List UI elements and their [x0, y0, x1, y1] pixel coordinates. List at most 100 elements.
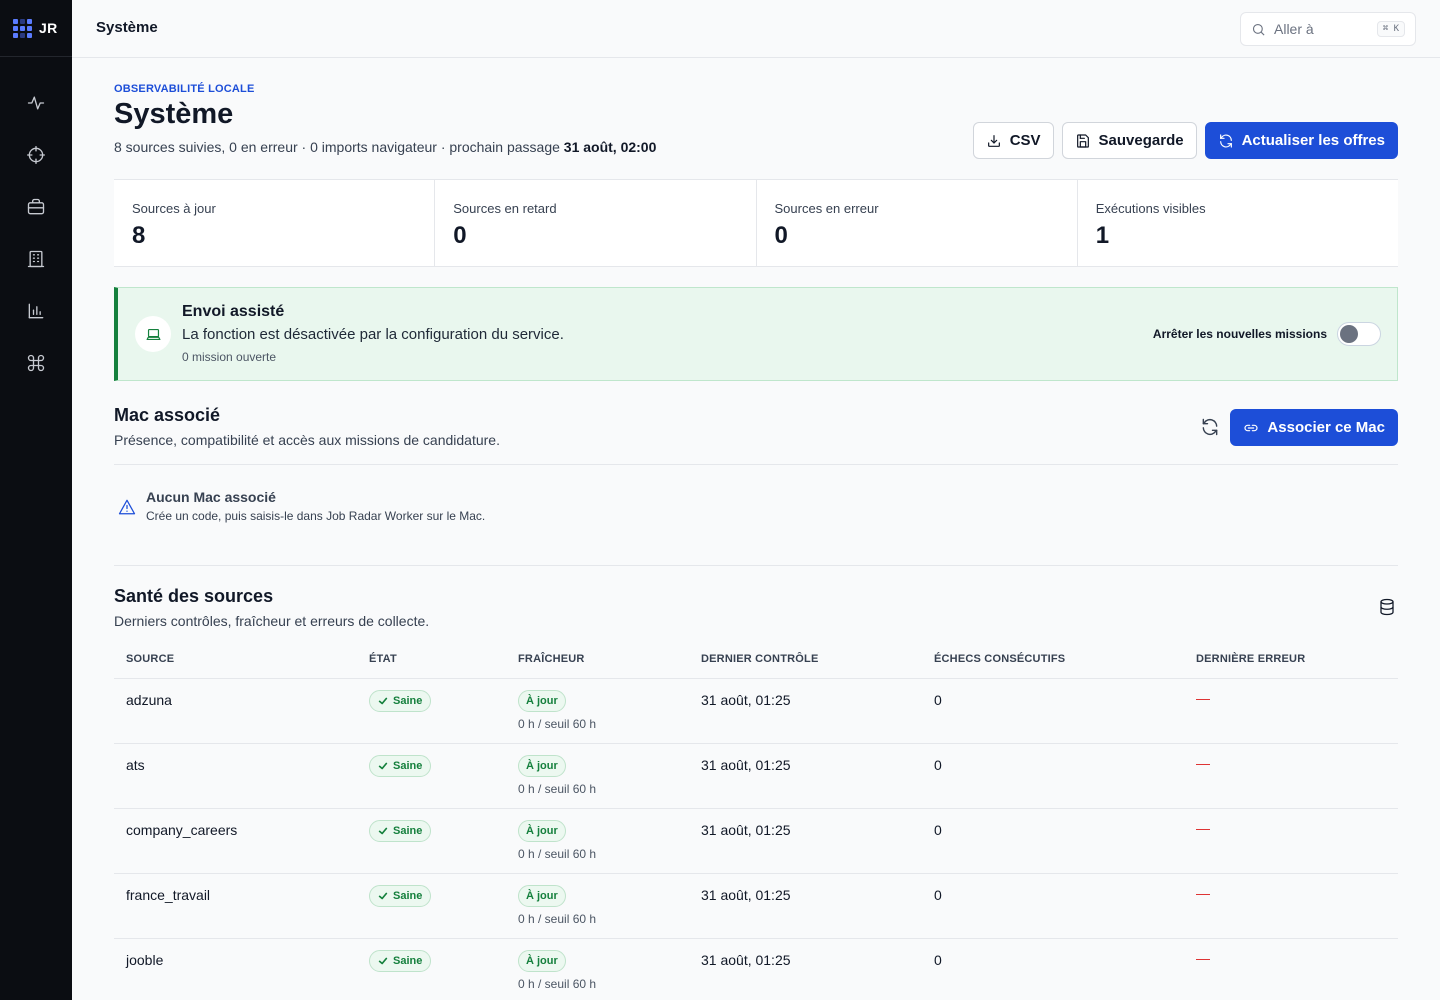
table-row[interactable]: ats Saine À jour 0 h / seuil 60 h 31 aoû…	[114, 744, 1398, 809]
refresh-icon	[1202, 418, 1218, 436]
page-title: Système	[114, 98, 234, 130]
page-subtitle-text: 8 sources suivies, 0 en erreur · 0 impor…	[114, 139, 560, 155]
consecutive-failures: 0	[934, 692, 942, 708]
sidebar-item-companies[interactable]	[16, 239, 56, 279]
sources-section-title: Santé des sources	[114, 586, 274, 606]
last-check: 31 août, 01:25	[701, 822, 791, 838]
sidebar-item-analytics[interactable]	[16, 291, 56, 331]
logo-grid-icon	[13, 18, 32, 38]
table-row[interactable]: jooble Saine À jour 0 h / seuil 60 h 31 …	[114, 939, 1398, 1000]
refresh-offers-button[interactable]: Actualiser les offres	[1204, 122, 1398, 159]
column-header[interactable]: SOURCE	[126, 653, 174, 665]
pair-mac-button[interactable]: Associer ce Mac	[1230, 409, 1398, 446]
check-icon	[378, 762, 388, 770]
stats-row: Sources à jour 8 Sources en retard 0 Sou…	[114, 179, 1398, 267]
status-badge-label: Saine	[393, 695, 423, 707]
crosshair-icon	[27, 146, 45, 164]
freshness-badge: À jour	[518, 950, 566, 972]
sidebar-item-radar[interactable]	[16, 135, 56, 175]
mac-section-title: Mac associé	[114, 405, 221, 425]
stat-label: Sources à jour	[132, 201, 216, 216]
csv-button-label: CSV	[1009, 132, 1041, 149]
command-icon	[27, 354, 45, 372]
column-header[interactable]: ÉTAT	[369, 653, 397, 665]
sources-table: SOURCE ÉTAT FRAÎCHEUR DERNIER CONTRÔLE É…	[114, 641, 1398, 1000]
last-check: 31 août, 01:25	[701, 692, 791, 708]
freshness-meta: 0 h / seuil 60 h	[518, 717, 597, 731]
search-shortcut-badge: ⌘ K	[1376, 21, 1405, 37]
consecutive-failures: 0	[934, 757, 942, 773]
source-name: france_travail	[126, 887, 211, 903]
stat-value: 0	[453, 222, 467, 249]
status-badge-label: Saine	[393, 760, 423, 772]
bar-chart-icon	[28, 303, 44, 319]
section-divider	[114, 565, 1398, 566]
sidebar-item-system[interactable]	[16, 343, 56, 383]
freshness-meta: 0 h / seuil 60 h	[518, 977, 597, 991]
section-divider	[114, 464, 1398, 465]
last-check: 31 août, 01:25	[701, 757, 791, 773]
stop-missions-toggle[interactable]	[1337, 322, 1381, 346]
page-actions: CSV Sauvegarde Actualiser les offres	[972, 122, 1398, 159]
sidebar: JR	[0, 0, 72, 1000]
backup-button[interactable]: Sauvegarde	[1061, 122, 1197, 159]
column-header[interactable]: DERNIER CONTRÔLE	[701, 653, 818, 665]
database-icon[interactable]	[1378, 598, 1398, 618]
alert-title: Envoi assisté	[182, 303, 285, 320]
stat-value: 8	[132, 222, 146, 249]
source-name: adzuna	[126, 692, 172, 708]
column-header[interactable]: FRAÎCHEUR	[518, 653, 585, 665]
last-check: 31 août, 01:25	[701, 952, 791, 968]
search-placeholder: Aller à	[1274, 21, 1314, 37]
link-icon	[1244, 424, 1258, 431]
table-row[interactable]: adzuna Saine À jour 0 h / seuil 60 h 31 …	[114, 679, 1398, 744]
refresh-offers-button-label: Actualiser les offres	[1241, 132, 1385, 149]
table-row[interactable]: company_careers Saine À jour 0 h / seuil…	[114, 809, 1398, 874]
sidebar-item-jobs[interactable]	[16, 187, 56, 227]
column-header[interactable]: ÉCHECS CONSÉCUTIFS	[934, 653, 1065, 665]
page-subtitle: 8 sources suivies, 0 en erreur · 0 impor…	[114, 139, 656, 155]
source-name: jooble	[126, 952, 164, 968]
last-check: 31 août, 01:25	[701, 887, 791, 903]
csv-button[interactable]: CSV	[972, 122, 1054, 159]
sidebar-item-activity[interactable]	[16, 83, 56, 123]
table-row[interactable]: france_travail Saine À jour 0 h / seuil …	[114, 874, 1398, 939]
refresh-icon	[1219, 133, 1232, 148]
freshness-meta: 0 h / seuil 60 h	[518, 847, 597, 861]
briefcase-icon	[27, 198, 45, 215]
stat-label: Sources en erreur	[774, 201, 879, 216]
table-header-row: SOURCE ÉTAT FRAÎCHEUR DERNIER CONTRÔLE É…	[114, 641, 1398, 679]
search-icon	[1252, 23, 1265, 36]
check-icon	[378, 697, 388, 705]
stat-card: Sources en retard 0	[435, 180, 757, 266]
no-mac-title: Aucun Mac associé	[146, 489, 276, 505]
check-icon	[378, 892, 388, 900]
consecutive-failures: 0	[934, 822, 942, 838]
freshness-meta: 0 h / seuil 60 h	[518, 912, 597, 926]
status-badge: Saine	[369, 755, 432, 777]
pair-mac-button-label: Associer ce Mac	[1267, 419, 1385, 436]
top-header: Système Aller à ⌘ K	[72, 0, 1440, 58]
last-error: —	[1196, 820, 1210, 836]
backup-button-label: Sauvegarde	[1098, 132, 1184, 149]
sidebar-nav	[0, 57, 72, 395]
column-header[interactable]: DERNIÈRE ERREUR	[1196, 653, 1305, 665]
source-name: ats	[126, 757, 145, 773]
search-input[interactable]: Aller à ⌘ K	[1240, 12, 1416, 46]
stop-missions-control: Arrêter les nouvelles missions	[1153, 322, 1381, 346]
page-eyebrow: OBSERVABILITÉ LOCALE	[114, 83, 255, 95]
stat-card: Sources à jour 8	[114, 180, 436, 266]
last-error: —	[1196, 755, 1210, 771]
sources-section-subtitle: Derniers contrôles, fraîcheur et erreurs…	[114, 613, 430, 629]
save-icon	[1076, 133, 1089, 148]
alert-icon-circle	[135, 316, 171, 352]
last-error: —	[1196, 885, 1210, 901]
freshness-meta: 0 h / seuil 60 h	[518, 782, 597, 796]
activity-icon	[27, 96, 45, 110]
assisted-sending-alert: Envoi assisté La fonction est désactivée…	[114, 287, 1398, 381]
brand[interactable]: JR	[0, 0, 72, 57]
mac-refresh-button[interactable]	[1200, 417, 1222, 439]
check-icon	[378, 827, 388, 835]
freshness-badge: À jour	[518, 820, 566, 842]
freshness-badge: À jour	[518, 690, 566, 712]
